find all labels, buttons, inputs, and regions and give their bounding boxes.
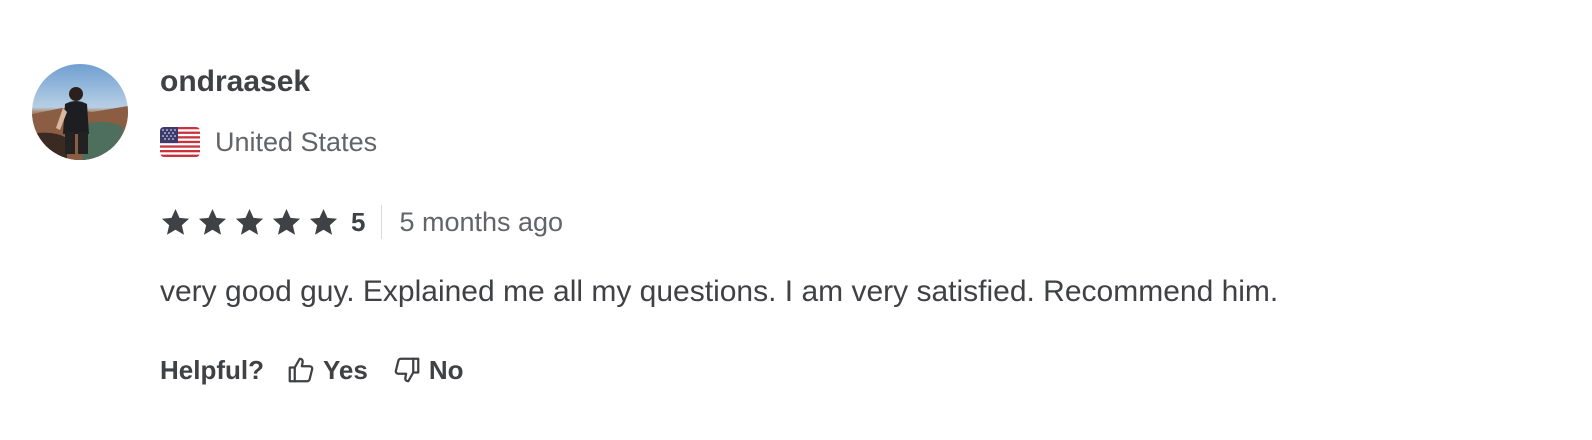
review-time: 5 months ago — [399, 207, 564, 237]
star-icon — [271, 207, 302, 238]
rating-row: 5 5 months ago — [160, 204, 563, 240]
helpful-no-button[interactable]: No — [392, 352, 464, 388]
star-rating — [160, 207, 345, 238]
helpful-yes-label: Yes — [323, 355, 368, 385]
helpful-label: Helpful? — [160, 355, 264, 385]
review-text: very good guy. Explained me all my quest… — [160, 275, 1279, 308]
thumbs-down-icon — [392, 355, 422, 385]
us-flag-icon — [160, 127, 200, 157]
rating-value: 5 — [351, 207, 366, 237]
helpful-no-label: No — [428, 355, 464, 385]
country-name: United States — [215, 127, 378, 157]
star-icon — [160, 207, 191, 238]
country-row: United States — [160, 124, 377, 160]
star-icon — [308, 207, 339, 238]
thumbs-up-icon — [286, 355, 316, 385]
helpful-row: Helpful? Yes No — [160, 352, 488, 388]
avatar[interactable] — [32, 64, 128, 160]
star-icon — [197, 207, 228, 238]
username[interactable]: ondraasek — [160, 64, 310, 100]
divider — [381, 205, 383, 239]
star-icon — [234, 207, 265, 238]
helpful-yes-button[interactable]: Yes — [286, 352, 368, 388]
